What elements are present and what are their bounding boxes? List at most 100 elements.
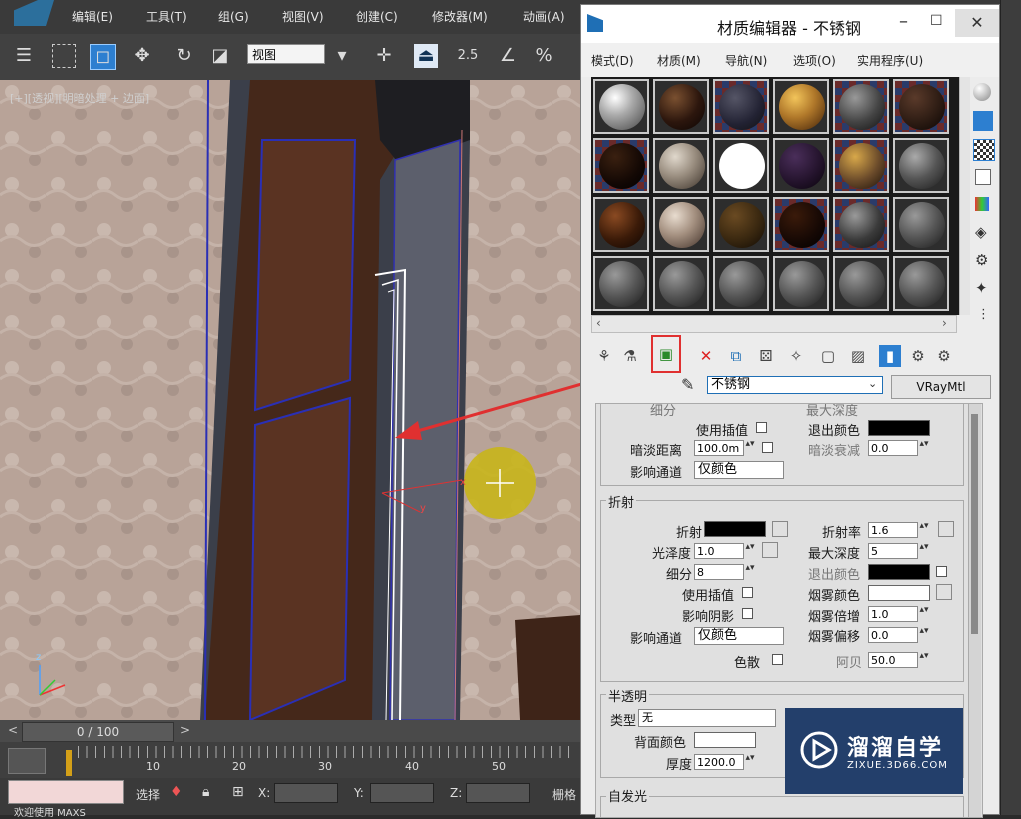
exit-color-swatch[interactable] [868, 420, 930, 436]
options-icon[interactable]: ⚙ [975, 251, 988, 269]
sample-slot[interactable] [773, 79, 829, 134]
scroll-right-icon[interactable]: › [942, 316, 947, 330]
minimize-icon[interactable]: – [899, 11, 908, 32]
uv-tiling-icon[interactable] [975, 169, 991, 185]
assign-to-selection-icon[interactable]: ▣ [651, 335, 681, 373]
spinner-icon[interactable]: ▴▾ [744, 543, 756, 559]
rollout-scroll-thumb[interactable] [971, 414, 978, 634]
thickness-field[interactable]: 1200.0 [694, 754, 744, 770]
sample-slot[interactable] [713, 197, 769, 252]
perspective-viewport[interactable] [0, 80, 580, 720]
time-slider[interactable]: < 0 / 100 > [0, 720, 580, 742]
dispersion-checkbox[interactable] [772, 654, 783, 665]
menu-group[interactable]: 组(G) [218, 8, 249, 25]
video-color-icon[interactable] [975, 197, 989, 211]
menu-tools[interactable]: 工具(T) [146, 8, 187, 25]
go-parent-icon[interactable]: ⚙ [907, 345, 929, 367]
sample-slot[interactable] [713, 79, 769, 134]
absolute-mode-icon[interactable]: ⊞ [232, 784, 244, 800]
viewport-label[interactable]: [+][透视][明暗处理 + 边面] [10, 90, 149, 106]
x-coord-field[interactable] [274, 783, 338, 803]
show-map-icon[interactable]: ▨ [847, 345, 869, 367]
fog-multiplier-field[interactable]: 1.0 [868, 606, 918, 622]
material-type-button[interactable]: VRayMtl [891, 375, 991, 399]
affect-shadows-checkbox[interactable] [742, 608, 753, 619]
menu-options[interactable]: 选项(O) [793, 52, 836, 69]
reset-map-icon[interactable]: ✕ [695, 345, 717, 367]
spinner-icon[interactable]: ▴▾ [744, 440, 756, 456]
spinner-icon[interactable]: ▴▾ [918, 606, 930, 622]
pivot-icon[interactable]: ▾ [330, 44, 354, 68]
material-name-field[interactable]: 不锈钢 [707, 376, 883, 394]
material-navigator-icon[interactable]: ⋮ [977, 307, 990, 322]
lock-icon[interactable]: 🔒︎ [202, 784, 209, 800]
fog-color-map-button[interactable] [936, 584, 952, 600]
sample-slot[interactable] [653, 79, 709, 134]
spinner-icon[interactable]: ▴▾ [918, 543, 930, 559]
manipulate-icon[interactable]: ✛ [372, 44, 396, 68]
angle-snap-icon[interactable]: ∠ [496, 44, 520, 68]
scroll-left-icon[interactable]: ‹ [596, 316, 601, 330]
sample-slot[interactable] [713, 256, 769, 311]
put-to-scene-icon[interactable]: ⚗ [619, 345, 641, 367]
menu-edit[interactable]: 编辑(E) [72, 8, 113, 25]
sample-slot[interactable] [833, 79, 889, 134]
slots-hscroll[interactable]: ‹ › [591, 315, 957, 333]
y-coord-field[interactable] [370, 783, 434, 803]
go-sibling-icon[interactable]: ⚙ [933, 345, 955, 367]
time-next-button[interactable]: > [180, 723, 190, 737]
spinner-icon[interactable]: ▴▾ [918, 652, 930, 668]
maximize-icon[interactable]: ☐ [930, 13, 943, 29]
region-select-icon[interactable] [52, 44, 76, 68]
sample-slot[interactable] [893, 197, 949, 252]
make-unique-icon[interactable]: ⚄ [755, 345, 777, 367]
refr-exit-color-swatch[interactable] [868, 564, 930, 580]
sample-slot[interactable] [893, 79, 949, 134]
spinner-icon[interactable]: ▴▾ [918, 440, 930, 456]
sample-slot[interactable] [593, 138, 649, 193]
time-slider-thumb[interactable]: 0 / 100 [22, 722, 174, 742]
spinner-icon[interactable]: ▴▾ [918, 627, 930, 643]
fog-color-swatch[interactable] [868, 585, 930, 601]
refr-exit-color-checkbox[interactable] [936, 566, 947, 577]
menu-material[interactable]: 材质(M) [657, 52, 701, 69]
sample-slot[interactable] [773, 197, 829, 252]
sample-slot[interactable] [893, 138, 949, 193]
percent-snap-icon[interactable]: % [532, 44, 556, 68]
background-icon[interactable] [973, 139, 995, 161]
scale-icon[interactable]: ◪ [208, 44, 232, 68]
sample-slot[interactable] [713, 138, 769, 193]
menu-view[interactable]: 视图(V) [282, 8, 324, 25]
spinner-icon[interactable]: ▴▾ [744, 754, 756, 770]
sample-slot[interactable] [833, 256, 889, 311]
glossiness-field[interactable]: 1.0 [694, 543, 744, 559]
rotate-icon[interactable]: ↻ [172, 44, 196, 68]
sample-slot[interactable] [653, 138, 709, 193]
sample-slot[interactable] [773, 138, 829, 193]
dim-distance-checkbox[interactable] [762, 442, 773, 453]
keyboard-shortcut-icon[interactable]: ⏏ [414, 44, 438, 68]
refr-affect-channels-select[interactable]: 仅颜色 [694, 627, 784, 645]
menu-modes[interactable]: 模式(D) [591, 52, 634, 69]
track-bar[interactable]: 10 20 30 40 50 [0, 742, 580, 778]
eyedropper-icon[interactable]: ✎ [681, 375, 694, 394]
sample-slot[interactable] [653, 256, 709, 311]
sample-slot[interactable] [653, 197, 709, 252]
command-panel-edge[interactable] [1000, 0, 1021, 815]
z-coord-field[interactable] [466, 783, 530, 803]
move-icon[interactable]: ✥ [130, 44, 154, 68]
close-icon[interactable]: ✕ [955, 9, 999, 37]
sample-type-icon[interactable] [973, 83, 991, 101]
menu-animation[interactable]: 动画(A) [523, 8, 565, 25]
sample-slot[interactable] [893, 256, 949, 311]
translucency-type-select[interactable]: 无 [638, 709, 776, 727]
refract-map-button[interactable] [772, 521, 788, 537]
sample-slot[interactable] [593, 256, 649, 311]
refr-max-depth-field[interactable]: 5 [868, 543, 918, 559]
affect-channels-select[interactable]: 仅颜色 [694, 461, 784, 479]
menu-navigation[interactable]: 导航(N) [725, 52, 767, 69]
menu-create[interactable]: 创建(C) [356, 8, 398, 25]
get-material-icon[interactable]: ⚘ [593, 345, 615, 367]
abbe-field[interactable]: 50.0 [868, 652, 918, 668]
refract-color-swatch[interactable] [704, 521, 766, 537]
